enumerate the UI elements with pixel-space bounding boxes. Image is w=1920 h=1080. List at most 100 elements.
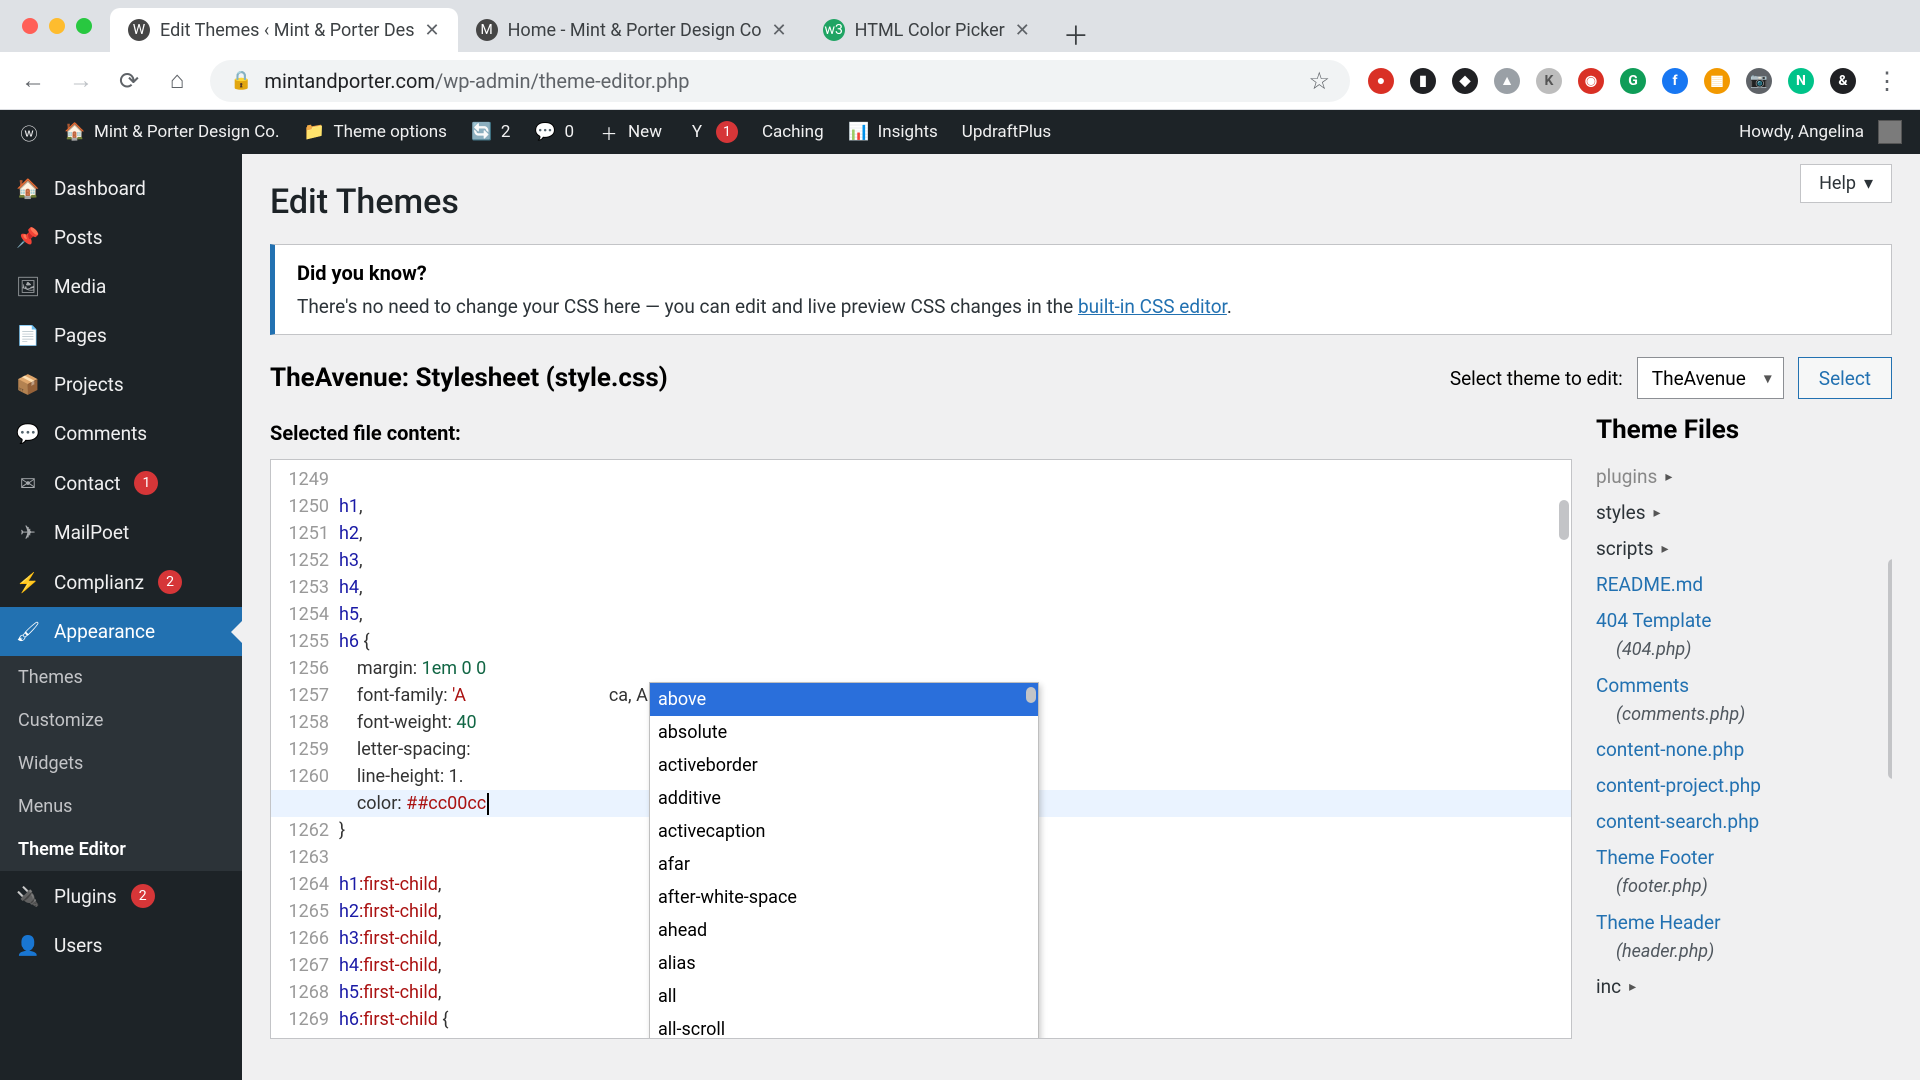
browser-menu-icon[interactable]: ⋮ (1872, 66, 1902, 96)
submenu-themes[interactable]: Themes (0, 656, 242, 699)
caching[interactable]: Caching (762, 122, 824, 142)
updraftplus[interactable]: UpdraftPlus (962, 122, 1051, 142)
autocomplete-item[interactable]: activeborder (650, 749, 1038, 782)
theme-select[interactable]: TheAvenue (1637, 357, 1784, 399)
reload-button[interactable]: ⟳ (114, 66, 144, 96)
info-notice: Did you know? There's no need to change … (270, 244, 1892, 335)
close-window-icon[interactable] (22, 18, 38, 34)
submenu-theme-editor[interactable]: Theme Editor (0, 828, 242, 871)
menu-plugins[interactable]: 🔌Plugins2 (0, 871, 242, 921)
browser-tab[interactable]: WEdit Themes ‹ Mint & Porter Des✕ (110, 8, 458, 52)
select-button[interactable]: Select (1798, 357, 1892, 399)
ext-icon[interactable]: N (1788, 68, 1814, 94)
autocomplete-item[interactable]: alias (650, 947, 1038, 980)
maximize-window-icon[interactable] (76, 18, 92, 34)
ext-icon[interactable]: G (1620, 68, 1646, 94)
close-tab-icon[interactable]: ✕ (1015, 20, 1030, 41)
user-greeting[interactable]: Howdy, Angelina (1739, 120, 1902, 144)
comments[interactable]: 💬0 (534, 121, 574, 143)
ext-icon[interactable]: ◉ (1578, 68, 1604, 94)
tree-file[interactable]: README.md (1596, 567, 1892, 603)
folder-label: plugins (1596, 459, 1657, 495)
back-button[interactable]: ← (18, 66, 48, 96)
code-editor[interactable]: 1249125012511252125312541255125612571258… (270, 459, 1572, 1039)
menu-posts[interactable]: 📌Posts (0, 213, 242, 262)
help-tab[interactable]: Help▾ (1800, 164, 1892, 203)
url-bar[interactable]: 🔒 mintandporter.com/wp-admin/theme-edito… (210, 60, 1350, 102)
close-tab-icon[interactable]: ✕ (772, 20, 787, 41)
menu-users[interactable]: 👤Users (0, 921, 242, 970)
autocomplete-item[interactable]: activecaption (650, 815, 1038, 848)
autocomplete-item[interactable]: all-scroll (650, 1013, 1038, 1039)
autocomplete-item[interactable]: additive (650, 782, 1038, 815)
submenu-customize[interactable]: Customize (0, 699, 242, 742)
menu-dashboard[interactable]: 🏠Dashboard (0, 164, 242, 213)
wp-logo-icon[interactable]: ⓦ (18, 121, 40, 143)
autocomplete-item[interactable]: ahead (650, 914, 1038, 947)
file-meta: (footer.php) (1596, 870, 1892, 904)
css-editor-link[interactable]: built-in CSS editor (1078, 295, 1227, 318)
ext-icon[interactable]: ▮ (1410, 68, 1436, 94)
forward-button[interactable]: → (66, 66, 96, 96)
tree-scrollbar[interactable] (1888, 559, 1892, 779)
yoast-seo[interactable]: Y1 (686, 121, 738, 143)
ext-icon[interactable]: & (1830, 68, 1856, 94)
menu-complianz[interactable]: ⚡Complianz2 (0, 557, 242, 607)
tree-file[interactable]: content-project.php (1596, 768, 1892, 804)
bookmark-star-icon[interactable]: ☆ (1308, 67, 1330, 95)
editor-scrollbar[interactable] (1559, 500, 1569, 540)
ext-icon[interactable]: ◆ (1452, 68, 1478, 94)
url-text: mintandporter.com/wp-admin/theme-editor.… (264, 69, 689, 93)
tree-folder[interactable]: inc ▸ (1596, 969, 1892, 999)
autocomplete-item[interactable]: above (650, 683, 1038, 716)
tree-folder[interactable]: scripts ▸ (1596, 531, 1892, 567)
folder-label: styles (1596, 495, 1646, 531)
home-button[interactable]: ⌂ (162, 66, 192, 96)
autocomplete-scrollbar[interactable] (1026, 687, 1036, 703)
menu-pages[interactable]: 📄Pages (0, 311, 242, 360)
tree-file[interactable]: content-none.php (1596, 732, 1892, 768)
line-numbers: 1249125012511252125312541255125612571258… (271, 460, 339, 1038)
ext-icon[interactable]: K (1536, 68, 1562, 94)
submenu-menus[interactable]: Menus (0, 785, 242, 828)
browser-tab[interactable]: MHome - Mint & Porter Design Co✕ (458, 8, 805, 52)
close-tab-icon[interactable]: ✕ (425, 20, 440, 41)
menu-mailpoet[interactable]: ✈MailPoet (0, 508, 242, 557)
select-theme-label: Select theme to edit: (1450, 367, 1623, 390)
ext-icon[interactable]: ▲ (1494, 68, 1520, 94)
selected-file-label: Selected file content: (270, 421, 1572, 445)
menu-contact[interactable]: ✉Contact1 (0, 458, 242, 508)
theme-options[interactable]: 📁Theme options (303, 121, 446, 143)
autocomplete-item[interactable]: afar (650, 848, 1038, 881)
chevron-right-icon: ▸ (1654, 500, 1661, 527)
menu-projects[interactable]: 📦Projects (0, 360, 242, 409)
lock-icon: 🔒 (230, 70, 252, 91)
minimize-window-icon[interactable] (49, 18, 65, 34)
ext-icon[interactable]: ● (1368, 68, 1394, 94)
autocomplete-item[interactable]: absolute (650, 716, 1038, 749)
autocomplete-popup[interactable]: aboveabsoluteactiveborderadditiveactivec… (649, 682, 1039, 1039)
tree-folder[interactable]: plugins ▸ (1596, 459, 1892, 495)
browser-tab[interactable]: w3HTML Color Picker✕ (805, 8, 1048, 52)
tree-folder[interactable]: styles ▸ (1596, 495, 1892, 531)
notice-heading: Did you know? (297, 261, 1869, 285)
insights[interactable]: 📊Insights (848, 121, 938, 143)
menu-appearance[interactable]: 🖌Appearance (0, 607, 242, 656)
tab-title: Edit Themes ‹ Mint & Porter Des (160, 20, 415, 41)
submenu-widgets[interactable]: Widgets (0, 742, 242, 785)
autocomplete-item[interactable]: after-white-space (650, 881, 1038, 914)
new-content[interactable]: ＋New (598, 121, 662, 143)
ext-icon[interactable]: ▦ (1704, 68, 1730, 94)
ext-icon[interactable]: f (1662, 68, 1688, 94)
folder-label: inc (1596, 969, 1621, 999)
menu-media[interactable]: 🖼Media (0, 262, 242, 311)
tab-title: Home - Mint & Porter Design Co (508, 20, 762, 41)
site-name[interactable]: 🏠Mint & Porter Design Co. (64, 121, 279, 143)
ext-icon[interactable]: 📷 (1746, 68, 1772, 94)
tab-title: HTML Color Picker (855, 20, 1005, 41)
autocomplete-item[interactable]: all (650, 980, 1038, 1013)
new-tab-button[interactable]: ＋ (1058, 16, 1094, 52)
updates[interactable]: 🔄2 (471, 121, 511, 143)
menu-comments[interactable]: 💬Comments (0, 409, 242, 458)
tree-file[interactable]: content-search.php (1596, 804, 1892, 840)
